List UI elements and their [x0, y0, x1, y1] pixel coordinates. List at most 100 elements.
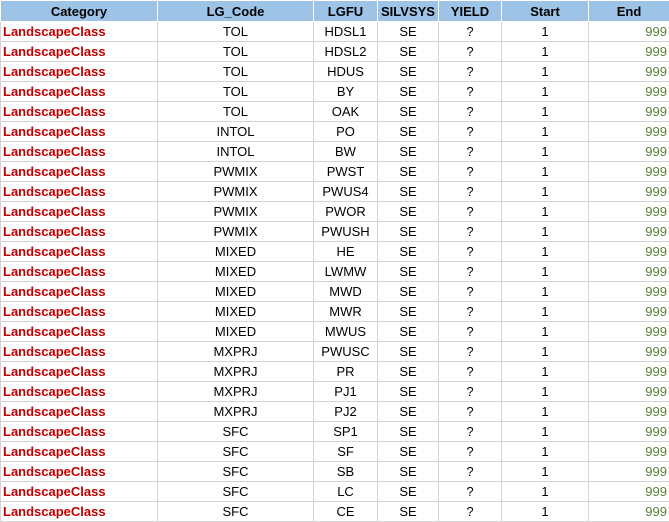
cell-silvsys[interactable]: SE [378, 242, 439, 262]
cell-yield[interactable]: ? [439, 182, 502, 202]
cell-lgfu[interactable]: PWUSH [314, 222, 378, 242]
cell-start[interactable]: 1 [502, 502, 589, 522]
cell-category[interactable]: LandscapeClass [1, 62, 158, 82]
cell-silvsys[interactable]: SE [378, 342, 439, 362]
cell-yield[interactable]: ? [439, 222, 502, 242]
cell-category[interactable]: LandscapeClass [1, 462, 158, 482]
cell-start[interactable]: 1 [502, 182, 589, 202]
cell-end[interactable]: 999 [589, 382, 669, 402]
cell-lg-code[interactable]: PWMIX [158, 222, 314, 242]
cell-silvsys[interactable]: SE [378, 222, 439, 242]
cell-lgfu[interactable]: PWOR [314, 202, 378, 222]
cell-yield[interactable]: ? [439, 342, 502, 362]
cell-lgfu[interactable]: HDUS [314, 62, 378, 82]
cell-category[interactable]: LandscapeClass [1, 222, 158, 242]
cell-lgfu[interactable]: HE [314, 242, 378, 262]
cell-lg-code[interactable]: TOL [158, 42, 314, 62]
cell-start[interactable]: 1 [502, 382, 589, 402]
cell-yield[interactable]: ? [439, 102, 502, 122]
cell-lgfu[interactable]: PJ2 [314, 402, 378, 422]
cell-lgfu[interactable]: HDSL2 [314, 42, 378, 62]
cell-yield[interactable]: ? [439, 62, 502, 82]
cell-category[interactable]: LandscapeClass [1, 402, 158, 422]
cell-lg-code[interactable]: PWMIX [158, 162, 314, 182]
cell-silvsys[interactable]: SE [378, 122, 439, 142]
cell-start[interactable]: 1 [502, 322, 589, 342]
cell-end[interactable]: 999 [589, 162, 669, 182]
cell-start[interactable]: 1 [502, 162, 589, 182]
cell-lg-code[interactable]: MIXED [158, 242, 314, 262]
cell-start[interactable]: 1 [502, 122, 589, 142]
cell-silvsys[interactable]: SE [378, 82, 439, 102]
cell-start[interactable]: 1 [502, 422, 589, 442]
cell-yield[interactable]: ? [439, 242, 502, 262]
cell-lg-code[interactable]: INTOL [158, 122, 314, 142]
cell-silvsys[interactable]: SE [378, 482, 439, 502]
cell-lg-code[interactable]: MIXED [158, 302, 314, 322]
cell-yield[interactable]: ? [439, 302, 502, 322]
cell-category[interactable]: LandscapeClass [1, 442, 158, 462]
cell-end[interactable]: 999 [589, 202, 669, 222]
cell-end[interactable]: 999 [589, 102, 669, 122]
cell-yield[interactable]: ? [439, 282, 502, 302]
cell-silvsys[interactable]: SE [378, 462, 439, 482]
cell-lg-code[interactable]: PWMIX [158, 182, 314, 202]
cell-category[interactable]: LandscapeClass [1, 242, 158, 262]
cell-start[interactable]: 1 [502, 402, 589, 422]
cell-category[interactable]: LandscapeClass [1, 22, 158, 42]
cell-end[interactable]: 999 [589, 122, 669, 142]
cell-start[interactable]: 1 [502, 102, 589, 122]
cell-lgfu[interactable]: LWMW [314, 262, 378, 282]
cell-lgfu[interactable]: MWD [314, 282, 378, 302]
header-silvsys[interactable]: SILVSYS [378, 1, 439, 22]
cell-lgfu[interactable]: PWUS4 [314, 182, 378, 202]
cell-yield[interactable]: ? [439, 162, 502, 182]
cell-start[interactable]: 1 [502, 42, 589, 62]
cell-end[interactable]: 999 [589, 262, 669, 282]
header-start[interactable]: Start [502, 1, 589, 22]
cell-end[interactable]: 999 [589, 62, 669, 82]
cell-lg-code[interactable]: SFC [158, 462, 314, 482]
cell-silvsys[interactable]: SE [378, 42, 439, 62]
cell-lg-code[interactable]: PWMIX [158, 202, 314, 222]
cell-lgfu[interactable]: HDSL1 [314, 22, 378, 42]
cell-silvsys[interactable]: SE [378, 422, 439, 442]
cell-category[interactable]: LandscapeClass [1, 142, 158, 162]
cell-silvsys[interactable]: SE [378, 322, 439, 342]
cell-silvsys[interactable]: SE [378, 162, 439, 182]
cell-lgfu[interactable]: OAK [314, 102, 378, 122]
cell-lg-code[interactable]: MIXED [158, 282, 314, 302]
header-category[interactable]: Category [1, 1, 158, 22]
cell-end[interactable]: 999 [589, 402, 669, 422]
cell-start[interactable]: 1 [502, 282, 589, 302]
cell-lgfu[interactable]: SP1 [314, 422, 378, 442]
cell-silvsys[interactable]: SE [378, 502, 439, 522]
cell-lgfu[interactable]: MWUS [314, 322, 378, 342]
cell-lg-code[interactable]: INTOL [158, 142, 314, 162]
cell-end[interactable]: 999 [589, 482, 669, 502]
cell-silvsys[interactable]: SE [378, 182, 439, 202]
cell-end[interactable]: 999 [589, 222, 669, 242]
cell-category[interactable]: LandscapeClass [1, 162, 158, 182]
cell-silvsys[interactable]: SE [378, 302, 439, 322]
cell-lg-code[interactable]: SFC [158, 422, 314, 442]
cell-yield[interactable]: ? [439, 442, 502, 462]
cell-yield[interactable]: ? [439, 202, 502, 222]
header-lgfu[interactable]: LGFU [314, 1, 378, 22]
cell-start[interactable]: 1 [502, 222, 589, 242]
cell-lg-code[interactable]: MIXED [158, 322, 314, 342]
cell-yield[interactable]: ? [439, 462, 502, 482]
cell-lg-code[interactable]: MXPRJ [158, 382, 314, 402]
cell-silvsys[interactable]: SE [378, 22, 439, 42]
cell-category[interactable]: LandscapeClass [1, 502, 158, 522]
cell-start[interactable]: 1 [502, 242, 589, 262]
cell-end[interactable]: 999 [589, 342, 669, 362]
cell-end[interactable]: 999 [589, 362, 669, 382]
cell-lgfu[interactable]: PR [314, 362, 378, 382]
cell-lgfu[interactable]: PWUSC [314, 342, 378, 362]
cell-silvsys[interactable]: SE [378, 442, 439, 462]
cell-silvsys[interactable]: SE [378, 362, 439, 382]
cell-end[interactable]: 999 [589, 82, 669, 102]
cell-lgfu[interactable]: CE [314, 502, 378, 522]
cell-end[interactable]: 999 [589, 242, 669, 262]
